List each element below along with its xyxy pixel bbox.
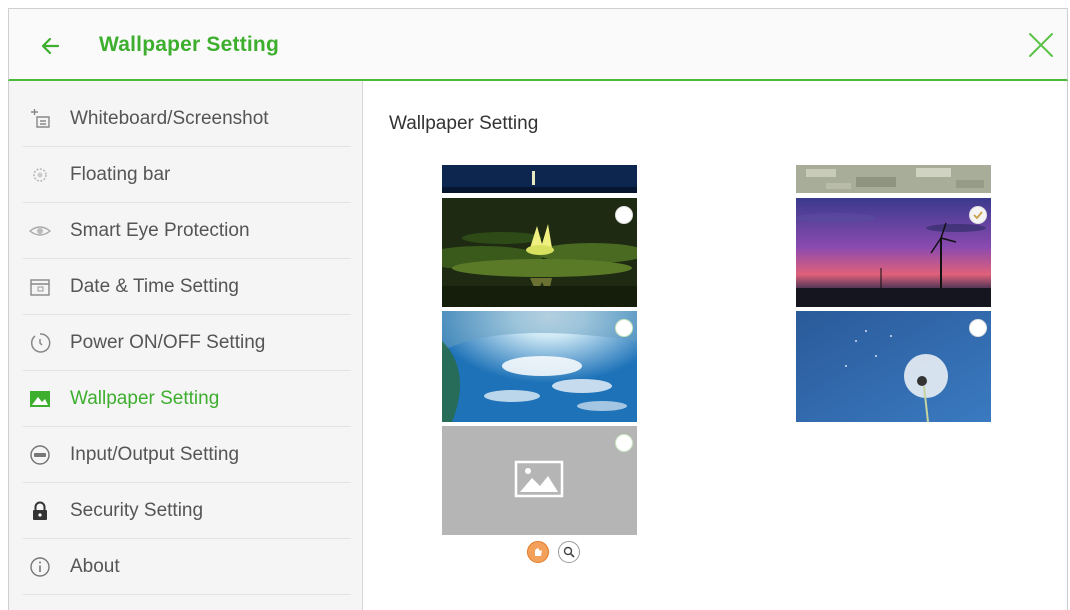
lock-icon: [27, 498, 53, 524]
wallpaper-thumbnail-wind-turbine[interactable]: [796, 198, 991, 307]
power-timer-icon: [27, 330, 53, 356]
wallpaper-thumbnail-sky[interactable]: [442, 311, 637, 422]
close-icon: [1029, 33, 1053, 57]
wallpaper-thumbnail-partial[interactable]: [442, 165, 637, 193]
sidebar-item-about[interactable]: About: [23, 539, 351, 595]
eye-icon: [27, 218, 53, 244]
wallpaper-radio[interactable]: [615, 434, 633, 452]
sidebar-item-smart-eye-protection[interactable]: Smart Eye Protection: [23, 203, 351, 259]
sidebar-item-label: Floating bar: [70, 163, 171, 185]
section-title: Wallpaper Setting: [389, 113, 539, 134]
sidebar-item-label: Security Setting: [70, 499, 204, 521]
wallpaper-radio[interactable]: [615, 319, 633, 337]
wallpaper-thumbnail-custom[interactable]: [442, 426, 637, 535]
select-image-icon: [535, 548, 542, 556]
wallpaper-thumbnail-dandelion[interactable]: [796, 311, 991, 422]
image-icon: [27, 386, 53, 412]
arrow-left-icon: [41, 37, 60, 55]
main-content: Wallpaper Setting: [363, 81, 1068, 610]
water-lily-image: [442, 198, 637, 307]
floating-bar-icon: [27, 162, 53, 188]
wallpaper-radio[interactable]: [969, 319, 987, 337]
zoom-icon: [563, 546, 575, 558]
whiteboard-icon: [27, 106, 53, 132]
sidebar-item-floating-bar[interactable]: Floating bar: [23, 147, 351, 203]
sidebar-item-security[interactable]: Security Setting: [23, 483, 351, 539]
select-image-button[interactable]: [527, 541, 549, 563]
back-button[interactable]: [35, 31, 65, 61]
dandelion-image: [796, 311, 991, 422]
sidebar-item-power-on-off[interactable]: Power ON/OFF Setting: [23, 315, 351, 371]
sidebar-item-label: Date & Time Setting: [70, 275, 239, 297]
sidebar-item-label: Wallpaper Setting: [70, 387, 220, 409]
sidebar-item-label: Power ON/OFF Setting: [70, 331, 266, 353]
calendar-icon: [27, 274, 53, 300]
wallpaper-thumbnail-water-lily[interactable]: [442, 198, 637, 307]
page-title: Wallpaper Setting: [99, 33, 279, 56]
sidebar-item-input-output[interactable]: Input/Output Setting: [23, 427, 351, 483]
title-bar: Wallpaper Setting: [8, 8, 1068, 81]
zoom-button[interactable]: [558, 541, 580, 563]
sidebar-item-label: About: [70, 555, 120, 577]
sky-clouds-image: [442, 311, 637, 422]
sidebar-item-wallpaper[interactable]: Wallpaper Setting: [23, 371, 351, 427]
image-placeholder-icon: [514, 460, 564, 498]
input-output-icon: [27, 442, 53, 468]
info-icon: [27, 554, 53, 580]
sidebar: Whiteboard/Screenshot Floating bar Smart…: [8, 81, 363, 610]
sidebar-item-date-time[interactable]: Date & Time Setting: [23, 259, 351, 315]
night-scene-image: [442, 165, 637, 193]
sidebar-item-label: Input/Output Setting: [70, 443, 240, 465]
wallpaper-thumbnail-partial[interactable]: [796, 165, 991, 193]
sidebar-item-label: Smart Eye Protection: [70, 219, 250, 241]
rock-texture-image: [796, 165, 991, 193]
sidebar-item-label: Whiteboard/Screenshot: [70, 107, 269, 129]
checkmark-icon: [973, 211, 983, 220]
wallpaper-radio-selected[interactable]: [969, 206, 987, 224]
wallpaper-radio[interactable]: [615, 206, 633, 224]
close-button[interactable]: [1025, 29, 1057, 61]
sidebar-item-whiteboard-screenshot[interactable]: Whiteboard/Screenshot: [23, 91, 351, 147]
wind-turbine-sunset-image: [796, 198, 991, 307]
